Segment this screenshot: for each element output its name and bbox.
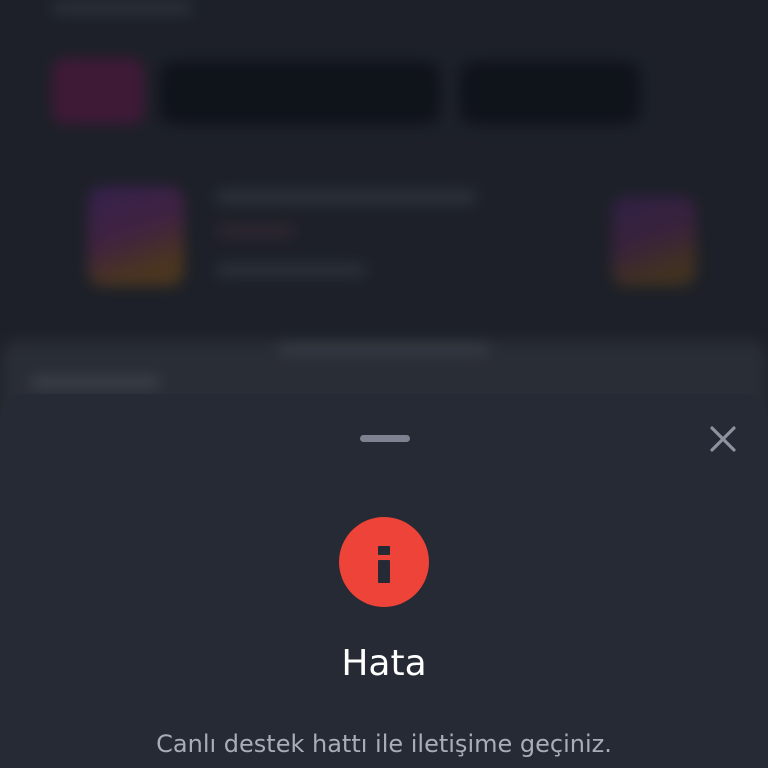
error-status-icon [339,517,429,607]
info-icon [378,546,390,583]
modal-message: Canlı destek hattı ile iletişime geçiniz… [156,730,612,758]
sheet-drag-handle[interactable] [360,435,410,442]
close-icon [710,426,736,452]
close-button[interactable] [704,420,742,458]
modal-title: Hata [341,643,427,684]
